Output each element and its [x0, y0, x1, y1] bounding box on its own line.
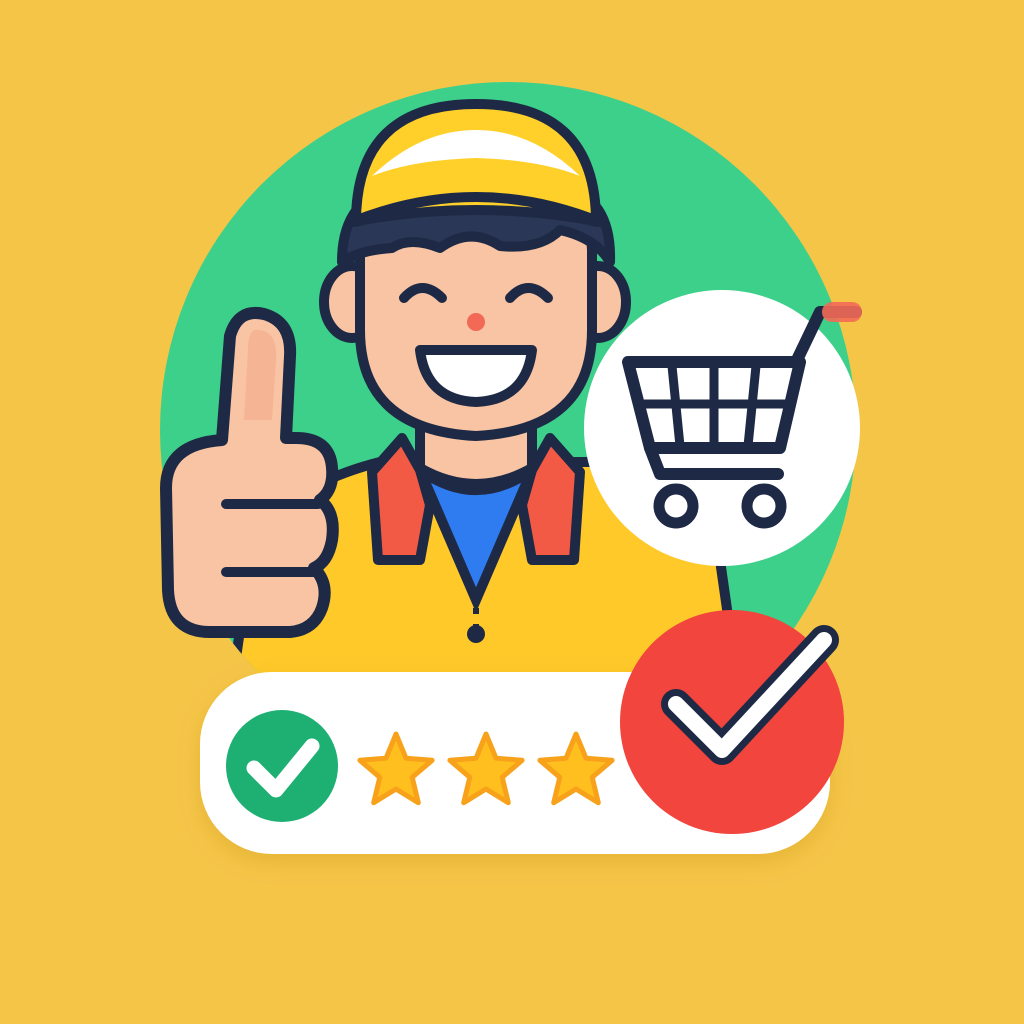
illustration: [0, 0, 1024, 1024]
nose: [467, 313, 485, 331]
head: [319, 99, 631, 442]
mouth: [415, 344, 537, 407]
check-circle-icon: [620, 610, 844, 834]
check-circle-icon: [226, 710, 338, 822]
shopping-cart-icon: [584, 290, 862, 566]
